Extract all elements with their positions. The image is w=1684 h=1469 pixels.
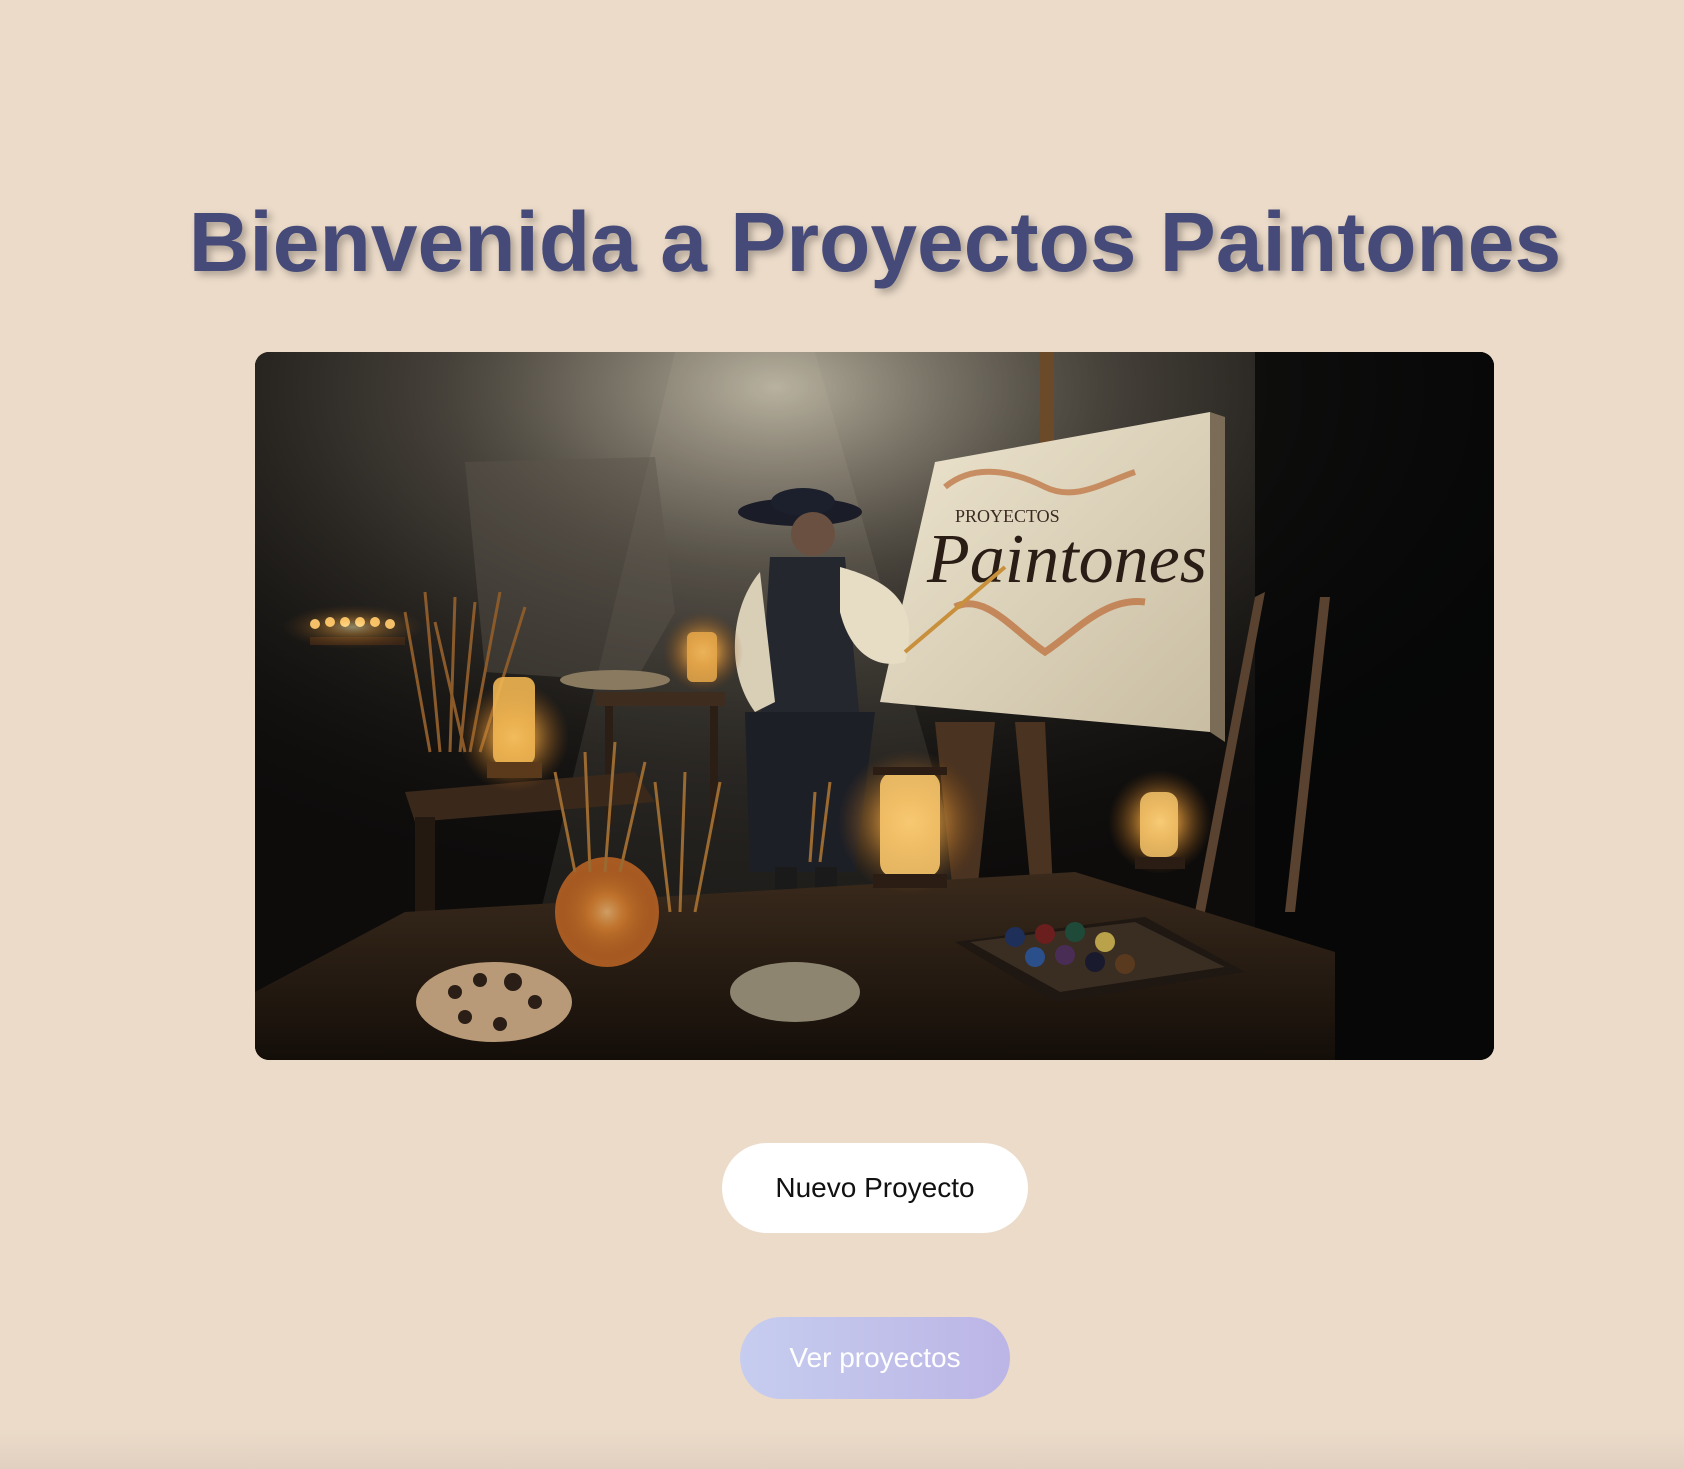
painter-studio-illustration: PROYECTOS Paintones — [255, 352, 1494, 1060]
bottom-fade — [0, 1429, 1684, 1469]
new-project-button[interactable]: Nuevo Proyecto — [722, 1143, 1028, 1233]
welcome-page: Bienvenida a Proyectos Paintones PROYECT… — [0, 0, 1684, 1469]
page-title: Bienvenida a Proyectos Paintones — [188, 195, 1562, 289]
canvas-large-text: Paintones — [926, 521, 1207, 598]
view-projects-button[interactable]: Ver proyectos — [740, 1317, 1010, 1399]
hero-image: PROYECTOS Paintones — [255, 352, 1494, 1060]
